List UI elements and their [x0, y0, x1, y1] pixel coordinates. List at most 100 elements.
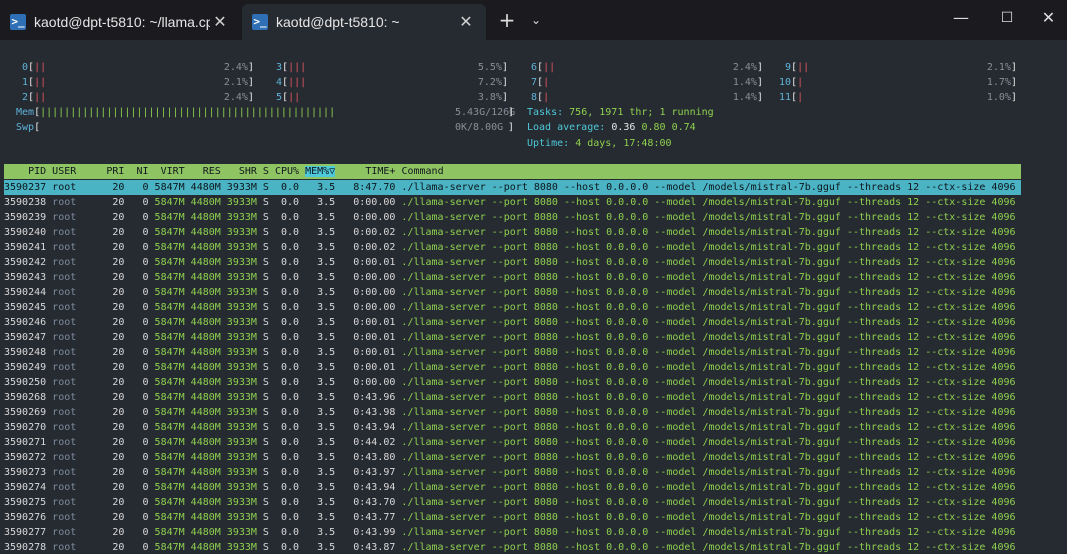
- table-row[interactable]: 3590277 root 20 0 5847M 4480M 3933M S 0.…: [4, 525, 1021, 540]
- maximize-button[interactable]: ☐: [984, 2, 1030, 34]
- tab-home[interactable]: >_ kaotd@dpt-t5810: ~ ✕: [242, 4, 486, 40]
- close-icon[interactable]: ✕: [210, 12, 230, 32]
- table-row[interactable]: 3590242 root 20 0 5847M 4480M 3933M S 0.…: [4, 255, 1021, 270]
- cell-user: root: [52, 452, 107, 463]
- table-row[interactable]: 3590273 root 20 0 5847M 4480M 3933M S 0.…: [4, 465, 1021, 480]
- close-window-button[interactable]: ✕: [1030, 2, 1067, 34]
- process-table-header: PID USER PRI NI VIRT RES SHR S CPU% MEM%…: [4, 164, 1021, 179]
- cell-pid: 3590250: [4, 377, 53, 388]
- table-row[interactable]: 3590246 root 20 0 5847M 4480M 3933M S 0.…: [4, 315, 1021, 330]
- cell-virt: 5847M: [154, 272, 191, 283]
- table-row[interactable]: 3590250 root 20 0 5847M 4480M 3933M S 0.…: [4, 375, 1021, 390]
- mem-meter: Mem[||||||||||||||||||||||||||||||||||||…: [16, 107, 336, 118]
- column-header-pid[interactable]: PID: [4, 166, 52, 177]
- cell-s: S: [262, 392, 275, 403]
- cell-res: 4480M: [190, 272, 227, 283]
- cell-user: root: [52, 197, 107, 208]
- column-header-shr[interactable]: SHR: [227, 166, 263, 177]
- column-header-res[interactable]: RES: [191, 166, 227, 177]
- cell-pri: 20: [106, 512, 131, 523]
- cpu-meter-value: 2.1%]: [223, 77, 254, 88]
- cell-time: 0:43.97: [341, 467, 402, 478]
- table-row[interactable]: 3590245 root 20 0 5847M 4480M 3933M S 0.…: [4, 300, 1021, 315]
- cell-cmd: ./llama-server --port 8080 --host 0.0.0.…: [401, 287, 1016, 298]
- column-header-s[interactable]: S: [263, 166, 275, 177]
- cell-pid: 3590242: [4, 257, 53, 268]
- cell-pid: 3590274: [4, 482, 53, 493]
- cell-virt: 5847M: [154, 197, 191, 208]
- table-row[interactable]: 3590275 root 20 0 5847M 4480M 3933M S 0.…: [4, 495, 1021, 510]
- table-row[interactable]: 3590274 root 20 0 5847M 4480M 3933M S 0.…: [4, 480, 1021, 495]
- table-row[interactable]: 3590248 root 20 0 5847M 4480M 3933M S 0.…: [4, 345, 1021, 360]
- column-header-time[interactable]: TIME+: [341, 166, 401, 177]
- cell-res: 4480M: [190, 242, 227, 253]
- column-header-ni[interactable]: NI: [130, 166, 154, 177]
- cell-pri: 20: [106, 227, 131, 238]
- cell-time: 0:00.00: [341, 197, 402, 208]
- cell-s: S: [262, 197, 275, 208]
- table-row[interactable]: 3590244 root 20 0 5847M 4480M 3933M S 0.…: [4, 285, 1021, 300]
- cell-s: S: [262, 332, 275, 343]
- cell-cmd: ./llama-server --port 8080 --host 0.0.0.…: [401, 452, 1016, 463]
- terminal-area[interactable]: 0[|| 2.4%] 1[|| 2.1%] 2[|| 2.4%] 3[||| 5.5%]…: [0, 40, 1067, 554]
- cell-cpu: 0.0: [274, 182, 306, 193]
- cell-shr: 3933M: [226, 527, 263, 538]
- cell-cmd: ./llama-server --port 8080 --host 0.0.0.…: [401, 527, 1016, 538]
- table-row[interactable]: 3590272 root 20 0 5847M 4480M 3933M S 0.…: [4, 450, 1021, 465]
- cpu-meter-value: 1.4%]: [732, 92, 763, 103]
- cell-res: 4480M: [190, 407, 227, 418]
- cell-pri: 20: [106, 482, 131, 493]
- table-row[interactable]: 3590278 root 20 0 5847M 4480M 3933M S 0.…: [4, 540, 1021, 554]
- cpu-meter-bar: ||: [288, 92, 301, 103]
- table-row[interactable]: 3590269 root 20 0 5847M 4480M 3933M S 0.…: [4, 405, 1021, 420]
- tab-llama-cpp[interactable]: >_ kaotd@dpt-t5810: ~/llama.cpp ✕: [0, 4, 240, 40]
- table-row[interactable]: 3590243 root 20 0 5847M 4480M 3933M S 0.…: [4, 270, 1021, 285]
- cpu-meter-value: 1.0%]: [986, 92, 1017, 103]
- cell-cmd: ./llama-server --port 8080 --host 0.0.0.…: [401, 497, 1016, 508]
- table-row[interactable]: 3590271 root 20 0 5847M 4480M 3933M S 0.…: [4, 435, 1021, 450]
- cell-virt: 5847M: [154, 332, 191, 343]
- table-row[interactable]: 3590249 root 20 0 5847M 4480M 3933M S 0.…: [4, 360, 1021, 375]
- cell-virt: 5847M: [154, 482, 191, 493]
- cell-time: 8:47.70: [341, 182, 402, 193]
- cell-mem: 3.5: [305, 332, 342, 343]
- cell-cpu: 0.0: [274, 527, 306, 538]
- column-header-mem[interactable]: MEM%▽: [305, 166, 336, 177]
- cpu-meter-bar: ||: [34, 77, 47, 88]
- table-row[interactable]: 3590241 root 20 0 5847M 4480M 3933M S 0.…: [4, 240, 1021, 255]
- cell-user: root: [52, 362, 107, 373]
- cell-ni: 0: [130, 542, 155, 553]
- cell-time: 0:00.01: [341, 332, 402, 343]
- cell-shr: 3933M: [226, 272, 263, 283]
- cell-shr: 3933M: [226, 302, 263, 313]
- table-row[interactable]: 3590239 root 20 0 5847M 4480M 3933M S 0.…: [4, 210, 1021, 225]
- cell-virt: 5847M: [154, 302, 191, 313]
- cell-pid: 3590245: [4, 302, 53, 313]
- cell-virt: 5847M: [154, 407, 191, 418]
- column-header-user[interactable]: USER: [52, 166, 106, 177]
- column-header-pri[interactable]: PRI: [106, 166, 130, 177]
- table-row[interactable]: 3590247 root 20 0 5847M 4480M 3933M S 0.…: [4, 330, 1021, 345]
- table-row[interactable]: 3590240 root 20 0 5847M 4480M 3933M S 0.…: [4, 225, 1021, 240]
- cell-virt: 5847M: [154, 467, 191, 478]
- chevron-down-icon[interactable]: ⌄: [524, 4, 548, 36]
- column-header-virt[interactable]: VIRT: [155, 166, 191, 177]
- table-row[interactable]: 3590237 root 20 0 5847M 4480M 3933M S 0.…: [4, 180, 1021, 195]
- cell-cmd: ./llama-server --port 8080 --host 0.0.0.…: [401, 437, 1016, 448]
- cell-shr: 3933M: [226, 347, 263, 358]
- cell-mem: 3.5: [305, 437, 342, 448]
- table-row[interactable]: 3590270 root 20 0 5847M 4480M 3933M S 0.…: [4, 420, 1021, 435]
- table-row[interactable]: 3590238 root 20 0 5847M 4480M 3933M S 0.…: [4, 195, 1021, 210]
- cell-cpu: 0.0: [274, 542, 306, 553]
- table-row[interactable]: 3590276 root 20 0 5847M 4480M 3933M S 0.…: [4, 510, 1021, 525]
- cell-res: 4480M: [190, 362, 227, 373]
- cpu-meter-bar: ||: [543, 62, 556, 73]
- close-icon[interactable]: ✕: [456, 12, 476, 32]
- cell-res: 4480M: [190, 317, 227, 328]
- column-header-command[interactable]: Command: [401, 166, 443, 177]
- cell-res: 4480M: [190, 512, 227, 523]
- table-row[interactable]: 3590268 root 20 0 5847M 4480M 3933M S 0.…: [4, 390, 1021, 405]
- column-header-cpu[interactable]: CPU%: [275, 166, 299, 177]
- new-tab-button[interactable]: +: [494, 4, 520, 36]
- minimize-button[interactable]: —: [938, 2, 984, 34]
